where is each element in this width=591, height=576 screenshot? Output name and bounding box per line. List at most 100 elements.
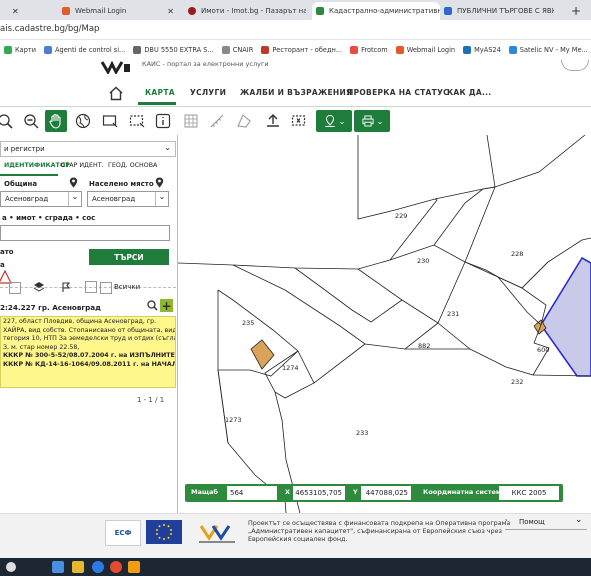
parcel-boundaries [178, 135, 591, 513]
help-dropdown[interactable]: › Помощ ⌄ [505, 515, 587, 530]
footer: ЕСФ Проектът се осъществява с финансоват… [0, 513, 591, 559]
building-235 [250, 339, 275, 370]
bookmark-favicon-icon [221, 46, 230, 54]
map-pin-icon [324, 115, 335, 127]
search-icon[interactable] [147, 300, 158, 311]
municipality-select[interactable]: Асеновград ⌄ [0, 191, 82, 207]
document-favicon-icon [444, 7, 452, 15]
bookmark-item[interactable]: Frotcom [350, 46, 388, 54]
tab-title: Webmail Login [75, 7, 127, 15]
main-nav: КАРТА УСЛУГИ ЖАЛБИ И ВЪЗРАЖЕНИЯ ПРОВЕРКА… [0, 82, 591, 107]
footer-line: Европейския социален фонд. [248, 535, 348, 543]
cadastral-map[interactable]: 229 228 230 231 235 882 1274 600 232 127… [178, 135, 591, 513]
zoom-in-icon[interactable] [0, 110, 16, 132]
coordinates-bar: Мащаб 564 X 4653105,705 Y 447088,025 Коо… [185, 484, 563, 502]
nav-status-check[interactable]: ПРОВЕРКА НА СТАТУС [347, 88, 449, 97]
bookmark-item[interactable]: MyAS24 [463, 46, 501, 54]
cadastre-logo-icon [100, 60, 130, 74]
browser-icon[interactable] [92, 561, 104, 573]
clear-selection-icon[interactable] [288, 110, 310, 132]
tab-geodetic-base[interactable]: ГЕОД. ОСНОВА [108, 162, 157, 169]
select-rectangle-icon[interactable] [99, 110, 121, 132]
home-icon[interactable] [108, 86, 124, 101]
tab-identifier[interactable]: ИДЕНТИФИКАТОР [0, 161, 70, 176]
bookmark-label: MyAS24 [474, 46, 501, 54]
chevron-down-icon: ⌄ [575, 515, 583, 525]
add-button[interactable]: + [160, 299, 173, 313]
settlement-select[interactable]: Асеновград ⌄ [87, 191, 169, 207]
checkbox[interactable] [9, 282, 21, 294]
select-polygon-icon[interactable] [126, 110, 148, 132]
x-coordinate: 4653105,705 [293, 486, 345, 500]
map-canvas[interactable]: 229 228 230 231 235 882 1274 600 232 127… [178, 135, 591, 513]
bookmark-item[interactable]: DBU 5550 EXTRA S... [133, 46, 214, 54]
coordinate-system-select[interactable]: ККС 2005 [499, 486, 559, 500]
tab-imot[interactable]: Имоти - Imot.bg - Пазарът на ✕ [188, 2, 306, 20]
layers-icon[interactable] [33, 281, 45, 293]
bookmark-label: CNAIR [232, 46, 254, 54]
app-icon[interactable] [128, 561, 140, 573]
zoom-out-icon[interactable] [20, 110, 42, 132]
nav-complaints[interactable]: ЖАЛБИ И ВЪЗРАЖЕНИЯ [240, 88, 352, 97]
parcel-label-235: 235 [242, 319, 254, 327]
register-select[interactable]: и регистри ⌄ [0, 141, 176, 157]
bookmark-item[interactable]: Webmail Login [395, 46, 456, 54]
cadastre-favicon-icon [316, 7, 324, 15]
upload-icon[interactable] [262, 110, 284, 132]
pan-hand-icon[interactable] [45, 110, 67, 132]
print-button[interactable]: ⌄ [354, 110, 390, 132]
info-icon[interactable] [152, 110, 174, 132]
nav-map[interactable]: КАРТА [145, 88, 175, 97]
map-toolbar: ⌄ ⌄ [0, 107, 591, 136]
bookmark-item[interactable]: Карти [4, 46, 36, 54]
result-line: КККР № 300-5-52/08.07.2004 г. на ИЗПЪЛНИ… [3, 352, 175, 360]
scale-input[interactable]: 564 [227, 486, 277, 500]
result-card[interactable]: 227, област Пловдив, община Асеновград, … [0, 316, 176, 388]
bookmark-label: Frotcom [361, 46, 388, 54]
measure-area-icon[interactable] [233, 110, 255, 132]
address-url[interactable]: ais.cadastre.bg/bg/Map [0, 24, 99, 34]
bookmark-item[interactable]: CNAIR [221, 46, 254, 54]
bookmark-label: Satelic NV - My Me... [519, 46, 588, 54]
globe-icon[interactable] [72, 110, 94, 132]
eu-flag-icon [146, 520, 182, 544]
browser-tab-strip: ✕ Webmail Login ✕ Имоти - Imot.bg - Паза… [0, 0, 591, 20]
result-title[interactable]: 2:24.227 гр. Асеновград [0, 303, 101, 312]
tab-public-auctions[interactable]: ПУБЛИЧНИ ТЪРГОВЕ С ЯВНО ✕ [444, 2, 554, 20]
identifier-input[interactable] [0, 225, 170, 241]
bookmark-label: Webmail Login [406, 46, 456, 54]
tab-pinned-left[interactable]: ✕ [4, 2, 32, 20]
bookmark-favicon-icon [350, 46, 359, 54]
nav-how-to[interactable]: КАК ДА... [447, 88, 491, 97]
municipality-value: Асеновград [5, 195, 49, 203]
search-icon[interactable] [6, 562, 16, 572]
bookmark-label: DBU 5550 EXTRA S... [144, 46, 214, 54]
bookmarks-bar: Карти Agenti de control si... DBU 5550 EXT… [0, 40, 591, 61]
tab-webmail[interactable]: Webmail Login ✕ [62, 2, 180, 20]
download-options-button[interactable]: ⌄ [316, 110, 352, 132]
parcel-label-229: 229 [395, 212, 407, 220]
app-icon[interactable] [52, 561, 64, 573]
parcel-label-232: 232 [511, 378, 523, 386]
measure-distance-icon[interactable] [206, 110, 228, 132]
footer-line: „Административен капацитет", съфинансира… [248, 527, 502, 535]
new-tab-button[interactable]: + [566, 2, 586, 20]
result-line: ХАЙРА, вид собств. Стопанисвано от общин… [3, 326, 176, 334]
close-icon[interactable]: ✕ [12, 7, 19, 16]
nav-services[interactable]: УСЛУГИ [190, 88, 226, 97]
flag-icon[interactable] [60, 281, 72, 293]
help-label: Помощ [519, 518, 545, 526]
checkbox[interactable] [85, 281, 97, 293]
all-checkbox[interactable] [100, 282, 112, 294]
close-icon[interactable]: ✕ [161, 7, 180, 16]
bookmark-item[interactable]: Ресторант - обедн... [261, 46, 342, 54]
tab-old-identifier[interactable]: СТАР ИДЕНТ. [61, 162, 104, 169]
grid-select-icon[interactable] [180, 110, 202, 132]
search-button[interactable]: ТЪРСИ [89, 249, 169, 265]
bookmark-item[interactable]: Agenti de control si... [44, 46, 125, 54]
chrome-icon[interactable] [110, 561, 122, 573]
tab-cadastre[interactable]: Кадастрално-административна ✕ [312, 2, 440, 20]
bookmark-item[interactable]: Satelic NV - My Me... [508, 46, 588, 54]
municipality-label: Община [4, 180, 38, 188]
folder-icon[interactable] [72, 561, 84, 573]
